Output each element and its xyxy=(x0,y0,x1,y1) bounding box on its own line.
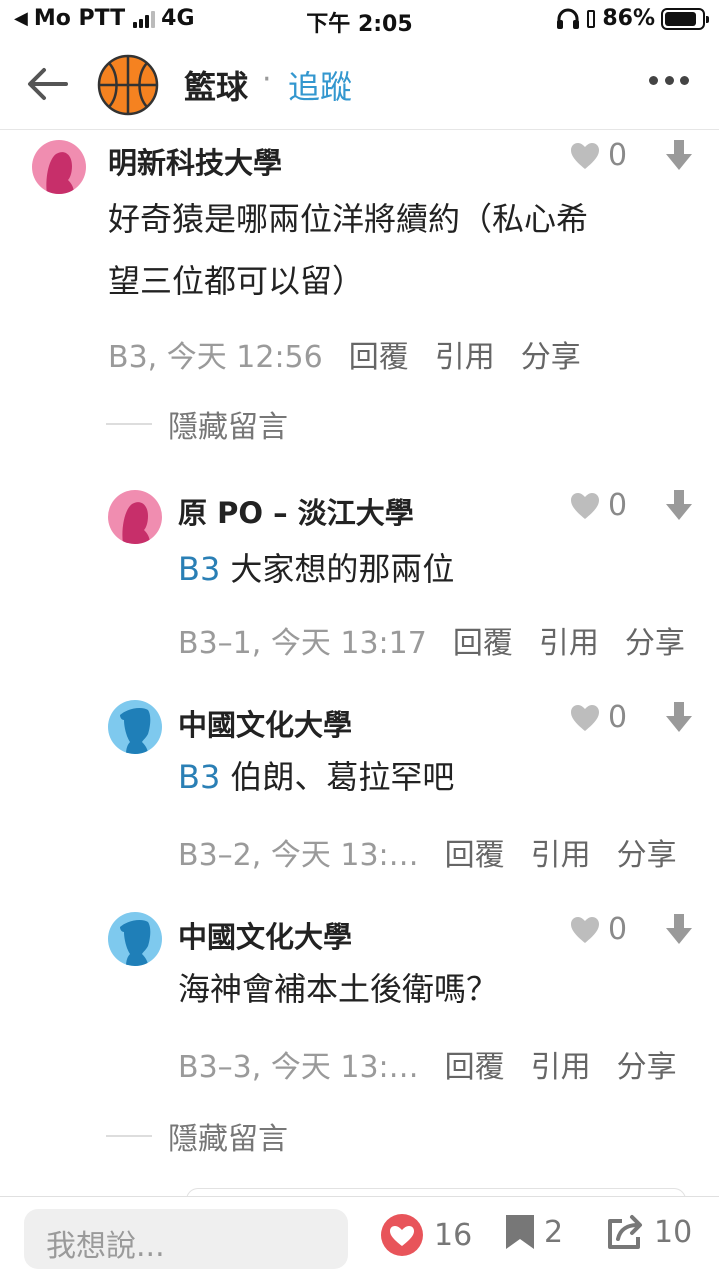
downvote-icon[interactable] xyxy=(666,914,692,944)
board-title[interactable]: 籃球 xyxy=(184,62,248,108)
avatar[interactable] xyxy=(108,490,162,544)
orientation-lock-icon xyxy=(587,9,596,28)
comment-author[interactable]: 中國文化大學 xyxy=(178,702,352,744)
comment-input[interactable]: 我想說... xyxy=(24,1209,348,1269)
comment-floor-time: B3, 今天 12:56 xyxy=(108,340,323,375)
reply-button[interactable]: 回覆 xyxy=(453,618,513,662)
comment-author[interactable]: 中國文化大學 xyxy=(178,914,352,956)
reply-button[interactable]: 回覆 xyxy=(349,332,409,376)
quote-button[interactable]: 引用 xyxy=(531,830,591,874)
avatar[interactable] xyxy=(108,912,162,966)
like-count: 0 xyxy=(608,912,628,947)
back-arrow-icon[interactable] xyxy=(26,64,70,104)
like-button[interactable]: 0 xyxy=(570,138,627,173)
comment-meta: B3–2, 今天 13:… 回覆 引用 分享 xyxy=(178,830,677,874)
share-icon xyxy=(608,1215,642,1249)
share-post-button[interactable]: 10 xyxy=(606,1213,692,1251)
comment-b3: 明新科技大學 0 好奇猿是哪兩位洋將續約（私心希 望三位都可以留） B3, 今天… xyxy=(0,136,719,386)
share-button[interactable]: 分享 xyxy=(617,1042,677,1086)
battery-percent: 86% xyxy=(602,6,655,31)
status-right: 86% xyxy=(556,6,709,31)
comment-b3-2: 中國文化大學 0 B3 伯朗、葛拉罕吧 B3–2, 今天 13:… 回覆 引用 分… xyxy=(0,700,719,880)
hide-comments-label: 隱藏留言 xyxy=(168,1122,288,1157)
female-avatar-icon xyxy=(122,502,150,544)
heart-icon xyxy=(571,492,599,519)
divider xyxy=(106,423,152,425)
follow-button[interactable]: 追蹤 xyxy=(288,62,352,108)
like-count: 0 xyxy=(608,488,628,523)
comment-body-line: 望三位都可以留） xyxy=(108,262,365,300)
hide-comments-link[interactable]: 隱藏留言 xyxy=(106,402,288,446)
more-icon[interactable] xyxy=(649,76,689,90)
comment-b3-3: 中國文化大學 0 海神會補本土後衛嗎？ B3–3, 今天 13:… 回覆 引用 … xyxy=(0,912,719,1092)
title-separator: · xyxy=(262,62,272,97)
post-like-button[interactable]: 16 xyxy=(378,1213,472,1257)
bottom-action-bar: 我想說... 16 2 10 xyxy=(0,1196,719,1280)
heart-icon xyxy=(571,704,599,731)
like-count: 0 xyxy=(608,700,628,735)
comment-meta: B3, 今天 12:56 回覆 引用 分享 xyxy=(108,332,581,376)
comment-author[interactable]: 明新科技大學 xyxy=(108,140,282,182)
comment-floor-time: B3–3, 今天 13:… xyxy=(178,1050,419,1085)
hide-comments-link[interactable]: 隱藏留言 xyxy=(106,1114,288,1158)
share-button[interactable]: 分享 xyxy=(521,332,581,376)
heart-icon xyxy=(381,1214,423,1256)
downvote-icon[interactable] xyxy=(666,140,692,170)
comment-meta: B3–3, 今天 13:… 回覆 引用 分享 xyxy=(178,1042,677,1086)
avatar[interactable] xyxy=(32,140,86,194)
post-like-count: 16 xyxy=(434,1217,473,1253)
battery-icon xyxy=(661,7,709,30)
comment-text: 伯朗、葛拉罕吧 xyxy=(230,758,455,796)
comment-body: B3 大家想的那兩位 xyxy=(178,538,454,600)
heart-icon xyxy=(571,916,599,943)
floor-reference-link[interactable]: B3 xyxy=(178,550,220,588)
divider xyxy=(106,1135,152,1137)
share-count: 10 xyxy=(654,1214,693,1250)
comment-body: 好奇猿是哪兩位洋將續約（私心希 望三位都可以留） xyxy=(108,188,698,312)
like-count: 0 xyxy=(608,138,628,173)
comment-author[interactable]: 原 PO – 淡江大學 xyxy=(178,490,414,532)
female-avatar-icon xyxy=(46,152,74,194)
bookmark-button[interactable]: 2 xyxy=(504,1213,563,1251)
quote-button[interactable]: 引用 xyxy=(531,1042,591,1086)
reply-button[interactable]: 回覆 xyxy=(445,830,505,874)
comment-floor-time: B3–1, 今天 13:17 xyxy=(178,626,427,661)
comment-b3-1: 原 PO – 淡江大學 0 B3 大家想的那兩位 B3–1, 今天 13:17 回… xyxy=(0,488,719,668)
share-button[interactable]: 分享 xyxy=(617,830,677,874)
quote-button[interactable]: 引用 xyxy=(435,332,495,376)
basketball-icon[interactable] xyxy=(97,54,159,116)
heart-icon xyxy=(571,142,599,169)
comment-text: 海神會補本土後衛嗎？ xyxy=(178,970,499,1008)
comment-text: 大家想的那兩位 xyxy=(230,550,455,588)
quote-button[interactable]: 引用 xyxy=(539,618,599,662)
comment-meta: B3–1, 今天 13:17 回覆 引用 分享 xyxy=(178,618,685,662)
comment-body: B3 伯朗、葛拉罕吧 xyxy=(178,746,454,808)
comment-body: 海神會補本土後衛嗎？ xyxy=(178,958,498,1020)
like-button[interactable]: 0 xyxy=(570,700,627,735)
comment-body-line: 好奇猿是哪兩位洋將續約（私心希 xyxy=(108,200,589,238)
avatar[interactable] xyxy=(108,700,162,754)
headphones-icon xyxy=(557,8,580,29)
like-button[interactable]: 0 xyxy=(570,488,627,523)
male-avatar-icon xyxy=(120,919,151,966)
downvote-icon[interactable] xyxy=(666,702,692,732)
reply-button[interactable]: 回覆 xyxy=(445,1042,505,1086)
board-header: 籃球 · 追蹤 xyxy=(0,40,719,130)
hide-comments-label: 隱藏留言 xyxy=(168,410,288,445)
status-bar: ◀ Mo PTT 4G 下午 2:05 86% xyxy=(0,0,719,40)
like-button[interactable]: 0 xyxy=(570,912,627,947)
downvote-icon[interactable] xyxy=(666,490,692,520)
bookmark-icon xyxy=(506,1215,534,1249)
share-button[interactable]: 分享 xyxy=(625,618,685,662)
male-avatar-icon xyxy=(120,707,151,754)
floor-reference-link[interactable]: B3 xyxy=(178,758,220,796)
bookmark-count: 2 xyxy=(544,1214,564,1250)
comment-floor-time: B3–2, 今天 13:… xyxy=(178,838,419,873)
